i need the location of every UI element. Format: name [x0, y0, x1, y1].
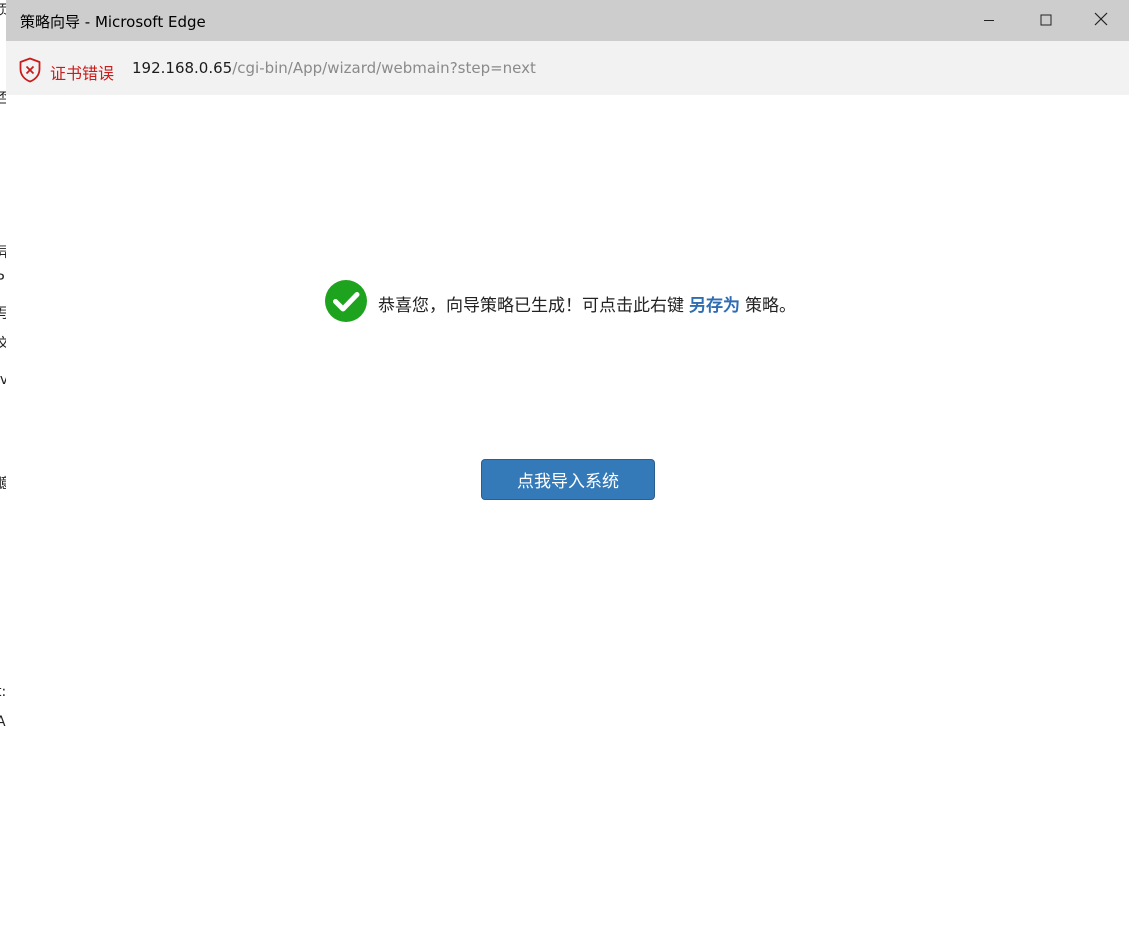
title-bar[interactable]: 策略向导 - Microsoft Edge: [6, 0, 1129, 41]
background-text-fragment: P: [0, 272, 4, 288]
window-title: 策略向导 - Microsoft Edge: [20, 13, 206, 31]
address-bar: 证书错误 192.168.0.65/cgi-bin/App/wizard/web…: [6, 41, 1129, 95]
certificate-error-indicator[interactable]: 证书错误: [18, 57, 114, 87]
shield-x-icon: [18, 57, 42, 87]
success-text: 恭喜您，向导策略已生成！可点击此右键 另存为 策略。: [378, 291, 796, 316]
browser-popup-window: 策略向导 - Microsoft Edge 证书错误 192.168.0.65/…: [6, 0, 1129, 945]
maximize-button[interactable]: [1017, 0, 1074, 41]
close-icon: [1094, 11, 1108, 30]
maximize-icon: [1040, 11, 1052, 30]
minimize-button[interactable]: [960, 0, 1017, 41]
check-circle-icon: [324, 279, 368, 327]
import-to-system-button[interactable]: 点我导入系统: [481, 459, 655, 500]
success-text-suffix: 策略。: [745, 295, 796, 316]
page-content: 恭喜您，向导策略已生成！可点击此右键 另存为 策略。 点我导入系统: [6, 95, 1129, 945]
background-text-fragment: A: [0, 714, 6, 730]
url-display[interactable]: 192.168.0.65/cgi-bin/App/wizard/webmain?…: [132, 59, 536, 77]
success-text-prefix: 恭喜您，向导策略已生成！可点击此右键: [378, 295, 684, 316]
certificate-error-label: 证书错误: [50, 64, 115, 83]
url-host: 192.168.0.65: [132, 59, 233, 77]
url-path: /cgi-bin/App/wizard/webmain?step=next: [232, 59, 536, 77]
success-message: 恭喜您，向导策略已生成！可点击此右键 另存为 策略。: [324, 279, 796, 327]
close-button[interactable]: [1072, 0, 1129, 41]
minimize-icon: [983, 11, 995, 30]
save-as-link[interactable]: 另存为: [689, 296, 740, 316]
